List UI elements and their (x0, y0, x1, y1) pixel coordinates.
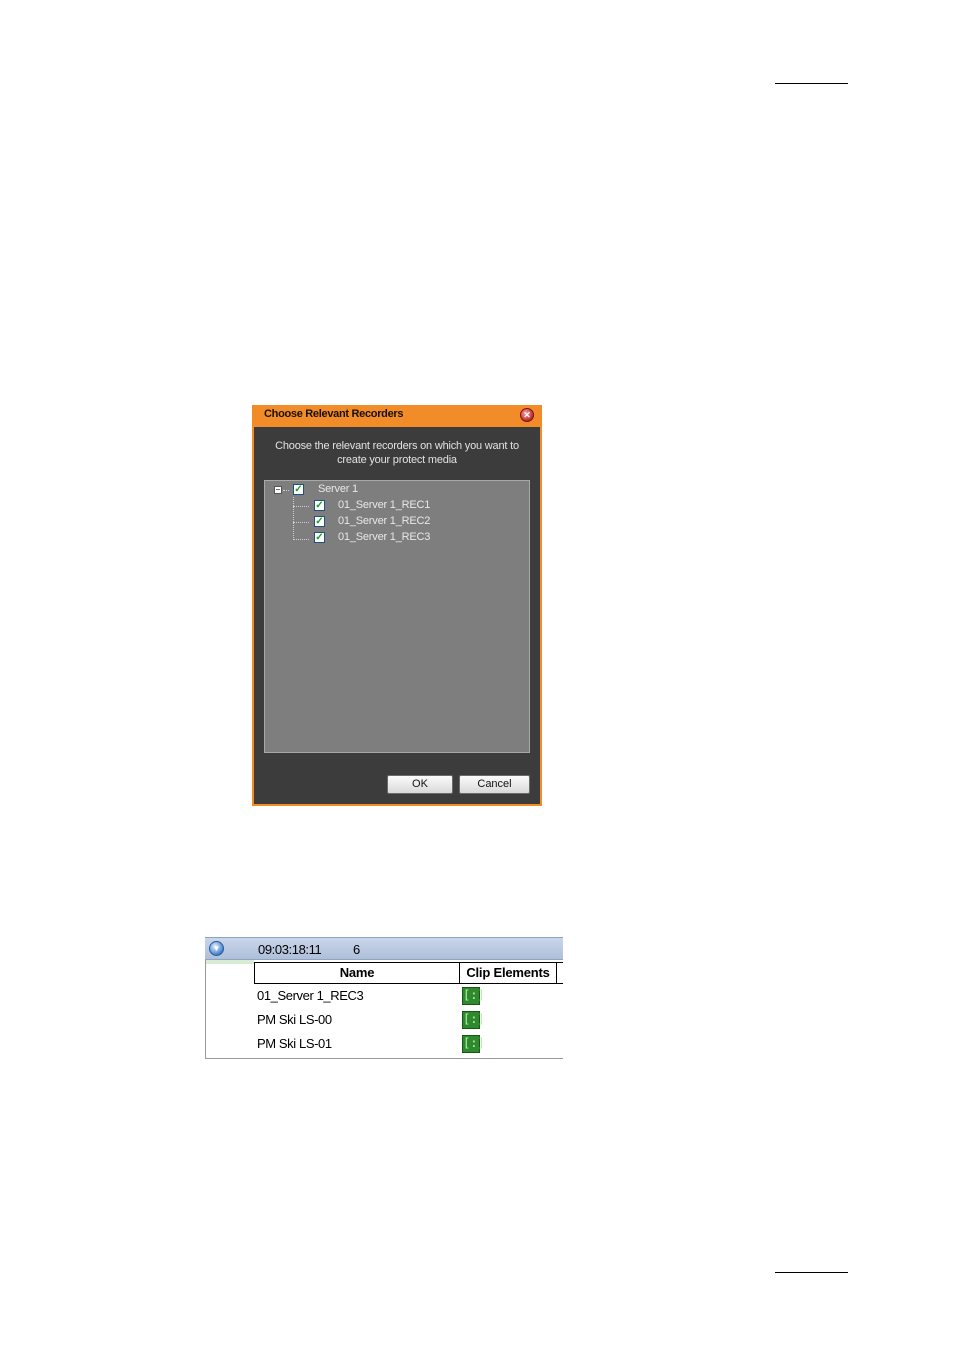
tree-node-rec3[interactable]: 01_Server 1_REC3 (338, 531, 430, 543)
rec2-checkbox[interactable]: ✓ (314, 516, 325, 527)
row-gutter (205, 960, 254, 1059)
rec1-checkbox[interactable]: ✓ (314, 500, 325, 511)
row-gutter-highlight (206, 960, 254, 964)
tree-node-server-1[interactable]: Server 1 (318, 483, 358, 495)
clip-elements-icon[interactable]: [:] (462, 987, 485, 1005)
table-row[interactable]: 01_Server 1_REC3 [:] (254, 985, 563, 1009)
row-name: PM Ski LS-00 (257, 1012, 332, 1027)
group-timecode: 09:03:18:11 (258, 942, 322, 957)
clip-group-header[interactable]: ▼ 09:03:18:11 6 (205, 937, 563, 960)
tree-connector (293, 497, 294, 540)
ok-button[interactable]: OK (387, 775, 453, 794)
server-1-checkbox[interactable]: ✓ (293, 484, 304, 495)
row-name: 01_Server 1_REC3 (257, 988, 364, 1003)
tree-connector (293, 539, 309, 540)
rec3-checkbox[interactable]: ✓ (314, 532, 325, 543)
header-rule (775, 83, 848, 84)
tree-connector (293, 522, 309, 523)
choose-recorders-dialog: Choose Relevant Recorders ✕ Choose the r… (252, 405, 542, 806)
column-header-name[interactable]: Name (254, 962, 460, 984)
dialog-title: Choose Relevant Recorders (264, 408, 404, 420)
column-header-extra[interactable] (556, 962, 563, 984)
table-bottom-border (205, 1058, 563, 1059)
table-row[interactable]: PM Ski LS-00 [:] (254, 1009, 563, 1033)
group-count: 6 (353, 942, 361, 957)
clip-elements-icon[interactable]: [:] (462, 1035, 485, 1053)
dialog-prompt: Choose the relevant recorders on which y… (254, 439, 540, 467)
table-row[interactable]: PM Ski LS-01 [:] (254, 1033, 563, 1057)
footer-rule (775, 1272, 848, 1273)
tree-connector (283, 490, 289, 491)
prompt-line-2: create your protect media (337, 454, 457, 466)
dialog-body: Choose the relevant recorders on which y… (254, 427, 540, 804)
close-icon[interactable]: ✕ (520, 408, 534, 422)
tree-node-rec2[interactable]: 01_Server 1_REC2 (338, 515, 430, 527)
column-header-clip-elements[interactable]: Clip Elements (459, 962, 557, 984)
tree-node-rec1[interactable]: 01_Server 1_REC1 (338, 499, 430, 511)
clip-elements-icon[interactable]: [:] (462, 1011, 485, 1029)
dialog-titlebar[interactable]: Choose Relevant Recorders ✕ (252, 405, 542, 425)
recorder-tree[interactable]: − ✓ Server 1 ✓ 01_Server 1_REC1 ✓ 01_Ser… (264, 480, 530, 753)
tree-connector (293, 506, 309, 507)
clip-table: ▼ 09:03:18:11 6 Name Clip Elements 01_Se… (205, 937, 563, 1059)
prompt-line-1: Choose the relevant recorders on which y… (275, 440, 519, 452)
row-name: PM Ski LS-01 (257, 1036, 332, 1051)
expand-group-icon[interactable]: ▼ (209, 941, 224, 956)
collapse-icon[interactable]: − (274, 486, 282, 494)
cancel-button[interactable]: Cancel (459, 775, 530, 794)
